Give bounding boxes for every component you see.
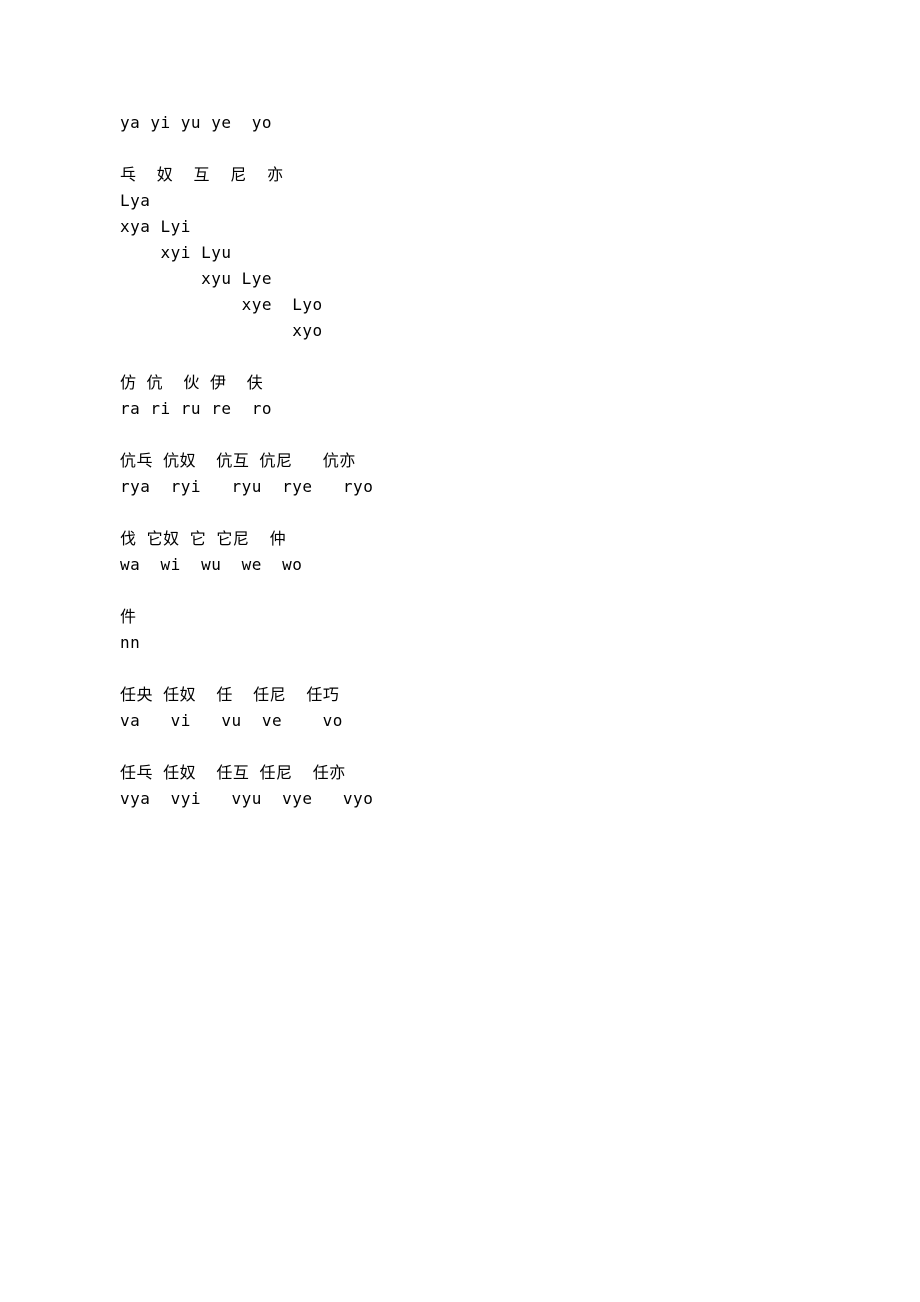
w-romaji-row: wa wi wu we wo: [120, 552, 920, 578]
ly-stair-1: Lya: [120, 188, 920, 214]
ly-stair-3: xyi Lyu: [120, 240, 920, 266]
ly-stair-6: xyo: [120, 318, 920, 344]
n-romaji-row: nn: [120, 630, 920, 656]
vy-block: 任乓 任奴 任互 任尼 任亦 vya vyi vyu vye vyo: [120, 760, 920, 812]
v-kana-row: 任央 任奴 任 任尼 任巧: [120, 682, 920, 708]
document-page: ya yi yu ye yo 乓 奴 互 尼 亦 Lya xya Lyi xyi…: [0, 0, 920, 812]
w-kana-row: 伐 它奴 它 它尼 仲: [120, 526, 920, 552]
r-kana-row: 仿 伉 伙 伊 伕: [120, 370, 920, 396]
v-block: 任央 任奴 任 任尼 任巧 va vi vu ve vo: [120, 682, 920, 734]
ry-block: 伉乓 伉奴 伉互 伉尼 伉亦 rya ryi ryu rye ryo: [120, 448, 920, 500]
r-block: 仿 伉 伙 伊 伕 ra ri ru re ro: [120, 370, 920, 422]
ly-kana-row: 乓 奴 互 尼 亦: [120, 162, 920, 188]
n-block: 件 nn: [120, 604, 920, 656]
ly-block: 乓 奴 互 尼 亦 Lya xya Lyi xyi Lyu xyu Lye xy…: [120, 162, 920, 344]
y-romaji-row: ya yi yu ye yo: [120, 110, 920, 136]
v-romaji-row: va vi vu ve vo: [120, 708, 920, 734]
y-row-block: ya yi yu ye yo: [120, 110, 920, 136]
vy-romaji-row: vya vyi vyu vye vyo: [120, 786, 920, 812]
ly-stair-4: xyu Lye: [120, 266, 920, 292]
vy-kana-row: 任乓 任奴 任互 任尼 任亦: [120, 760, 920, 786]
r-romaji-row: ra ri ru re ro: [120, 396, 920, 422]
ly-stair-5: xye Lyo: [120, 292, 920, 318]
ry-kana-row: 伉乓 伉奴 伉互 伉尼 伉亦: [120, 448, 920, 474]
ry-romaji-row: rya ryi ryu rye ryo: [120, 474, 920, 500]
w-block: 伐 它奴 它 它尼 仲 wa wi wu we wo: [120, 526, 920, 578]
ly-stair-2: xya Lyi: [120, 214, 920, 240]
n-kana-row: 件: [120, 604, 920, 630]
